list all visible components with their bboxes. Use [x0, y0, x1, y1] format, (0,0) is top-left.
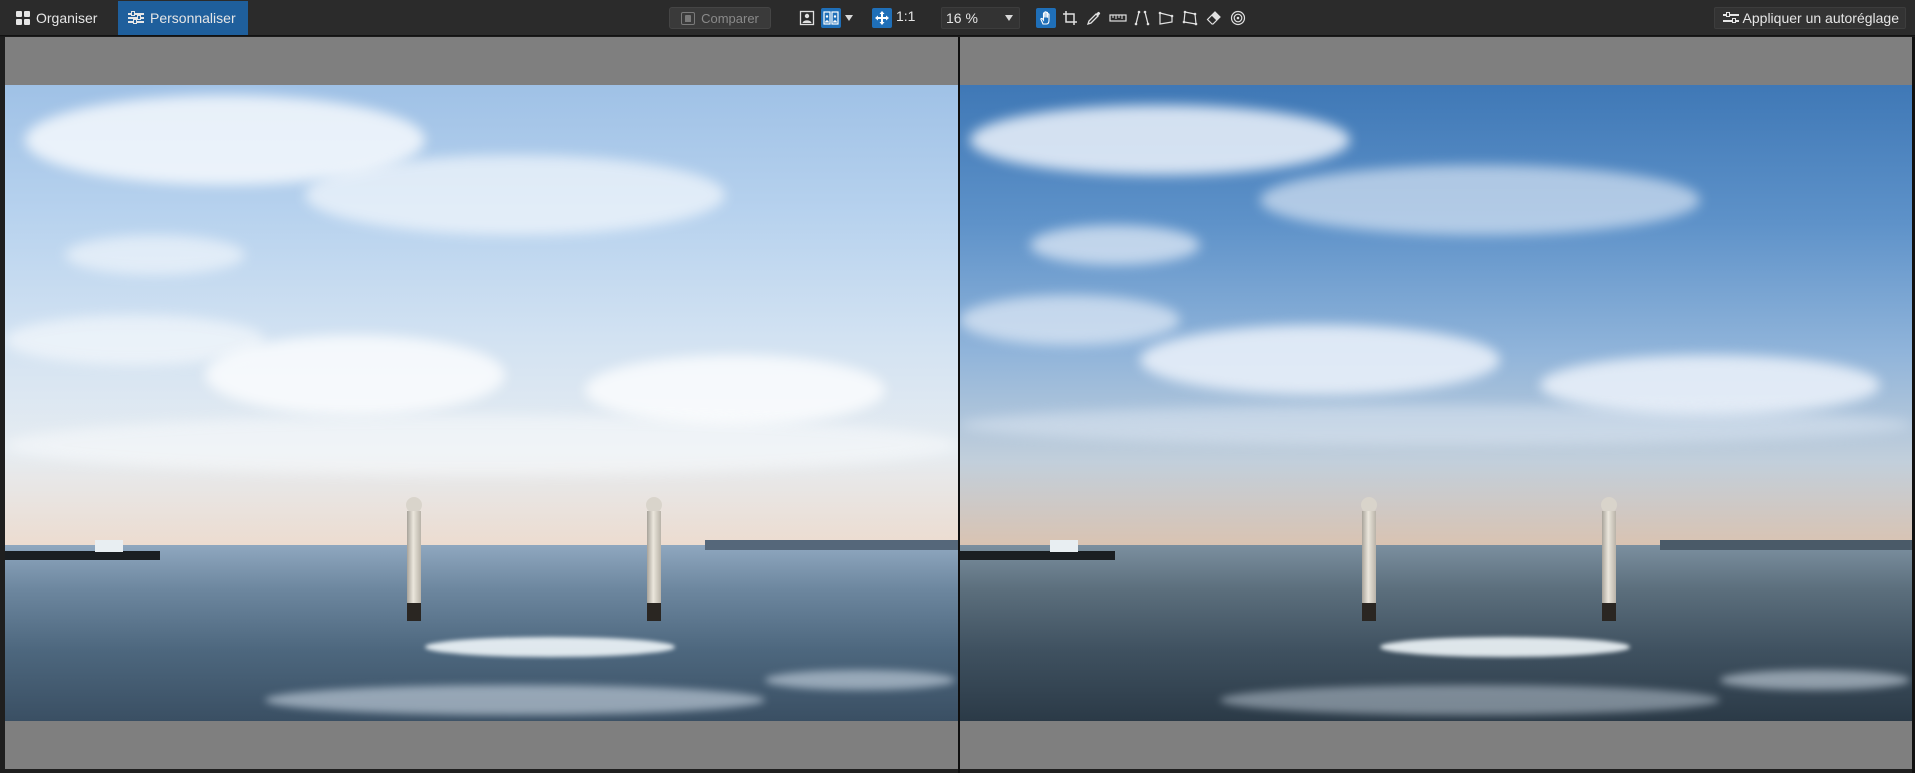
chevron-down-icon: [1005, 15, 1013, 21]
hand-icon: [1040, 11, 1050, 25]
crop-icon: [1063, 11, 1077, 25]
top-toolbar: Organiser Personnaliser Comparer 1:1 16 …: [0, 0, 1915, 36]
compare-label: Comparer: [701, 10, 759, 26]
sliders-icon: [128, 11, 144, 25]
customize-label: Personnaliser: [150, 10, 236, 26]
split-view-button[interactable]: [821, 8, 841, 28]
grid-icon: [16, 11, 30, 25]
eraser-icon: [1206, 11, 1221, 25]
perspective-vertical-icon: [1134, 10, 1150, 26]
customize-tab[interactable]: Personnaliser: [118, 1, 248, 35]
hand-tool[interactable]: [1036, 8, 1056, 28]
straighten-icon: [1109, 14, 1127, 22]
zoom-value: 16 %: [946, 10, 978, 26]
split-view-icon: [823, 11, 839, 25]
fit-move-button[interactable]: [872, 8, 892, 28]
eyedropper-tool[interactable]: [1084, 8, 1104, 28]
edited-photo: [960, 85, 1912, 721]
perspective-rectangle-tool[interactable]: [1180, 8, 1200, 28]
straighten-tool[interactable]: [1108, 8, 1128, 28]
zoom-select[interactable]: 16 %: [941, 7, 1020, 29]
single-view-button[interactable]: [797, 8, 817, 28]
eraser-tool[interactable]: [1204, 8, 1224, 28]
sliders-icon: [1723, 11, 1739, 25]
edited-image-pane[interactable]: [960, 37, 1912, 769]
compare-button[interactable]: Comparer: [669, 7, 771, 29]
perspective-horizontal-icon: [1158, 11, 1174, 25]
chevron-down-icon: [845, 15, 853, 21]
perspective-horizontal-tool[interactable]: [1156, 8, 1176, 28]
view-mode-dropdown[interactable]: [845, 15, 853, 21]
organize-tab[interactable]: Organiser: [6, 1, 109, 35]
move-icon: [875, 11, 889, 25]
compare-icon: [681, 11, 696, 25]
original-image-pane[interactable]: [5, 37, 958, 769]
organize-label: Organiser: [36, 10, 98, 26]
single-view-icon: [799, 10, 815, 26]
eyedropper-icon: [1086, 11, 1101, 26]
perspective-vertical-tool[interactable]: [1132, 8, 1152, 28]
perspective-rectangle-icon: [1182, 10, 1198, 26]
comparison-workspace: [0, 37, 1915, 773]
one-to-one-button[interactable]: 1:1: [896, 8, 915, 24]
crop-tool[interactable]: [1060, 8, 1080, 28]
target-icon: [1230, 10, 1246, 26]
target-tool[interactable]: [1228, 8, 1248, 28]
auto-adjust-label: Appliquer un autoréglage: [1742, 10, 1899, 26]
apply-auto-adjust-button[interactable]: Appliquer un autoréglage: [1714, 7, 1906, 29]
original-photo: [5, 85, 958, 721]
